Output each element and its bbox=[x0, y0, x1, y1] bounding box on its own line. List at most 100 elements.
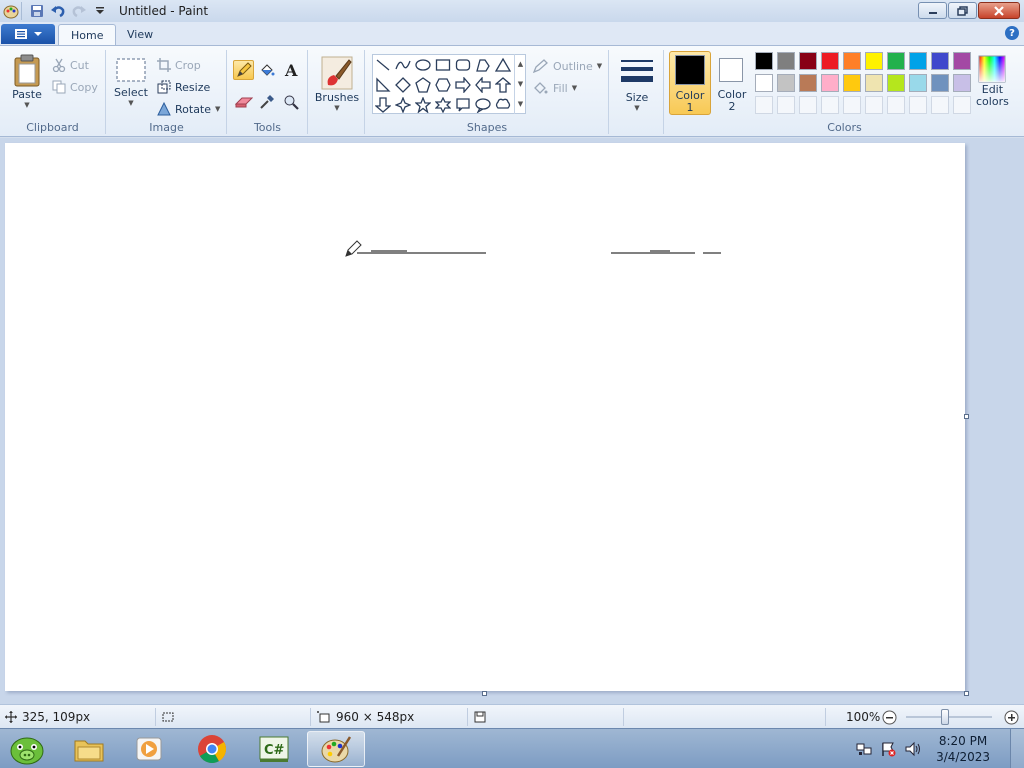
palette-color-swatch[interactable] bbox=[865, 74, 883, 92]
down-arrow-shape[interactable] bbox=[373, 95, 393, 115]
customize-qat-icon[interactable] bbox=[91, 2, 109, 20]
tab-home[interactable]: Home bbox=[58, 24, 117, 45]
zoom-slider[interactable] bbox=[906, 709, 992, 725]
color-picker-tool[interactable] bbox=[256, 92, 277, 112]
palette-color-swatch[interactable] bbox=[865, 52, 883, 70]
palette-color-swatch[interactable] bbox=[909, 74, 927, 92]
start-button[interactable] bbox=[2, 731, 52, 767]
diamond-shape[interactable] bbox=[393, 75, 413, 95]
text-tool[interactable]: A bbox=[280, 60, 301, 80]
palette-color-swatch[interactable] bbox=[777, 52, 795, 70]
resize-handle-corner[interactable] bbox=[964, 691, 969, 696]
scroll-down-icon[interactable]: ▼ bbox=[518, 80, 523, 88]
paint-menu-button[interactable] bbox=[1, 24, 55, 44]
fill-tool[interactable] bbox=[256, 60, 277, 80]
minimize-button[interactable] bbox=[918, 2, 947, 19]
palette-color-swatch[interactable] bbox=[909, 52, 927, 70]
curve-shape[interactable] bbox=[393, 55, 413, 75]
palette-custom-slot[interactable] bbox=[821, 96, 839, 114]
palette-color-swatch[interactable] bbox=[887, 74, 905, 92]
polygon-shape[interactable] bbox=[473, 55, 493, 75]
show-desktop-button[interactable] bbox=[1010, 729, 1024, 768]
taskbar-chrome[interactable] bbox=[183, 731, 241, 767]
rotate-button[interactable]: Rotate ▼ bbox=[157, 99, 220, 119]
four-point-star-shape[interactable] bbox=[393, 95, 413, 115]
taskbar-media-player[interactable] bbox=[120, 731, 178, 767]
palette-color-swatch[interactable] bbox=[843, 52, 861, 70]
palette-custom-slot[interactable] bbox=[909, 96, 927, 114]
palette-color-swatch[interactable] bbox=[755, 52, 773, 70]
drawing-canvas[interactable] bbox=[5, 143, 965, 691]
five-point-star-shape[interactable] bbox=[413, 95, 433, 115]
taskbar-csharp-ide[interactable]: C# bbox=[245, 731, 303, 767]
more-shapes-icon[interactable]: ▼ bbox=[518, 100, 523, 108]
palette-color-swatch[interactable] bbox=[799, 74, 817, 92]
resize-handle-bottom[interactable] bbox=[482, 691, 487, 696]
zoom-slider-thumb[interactable] bbox=[941, 709, 949, 725]
resize-button[interactable]: Resize bbox=[157, 77, 210, 97]
palette-custom-slot[interactable] bbox=[865, 96, 883, 114]
hexagon-shape[interactable] bbox=[433, 75, 453, 95]
palette-color-swatch[interactable] bbox=[953, 52, 971, 70]
right-triangle-shape[interactable] bbox=[373, 75, 393, 95]
palette-custom-slot[interactable] bbox=[887, 96, 905, 114]
palette-custom-slot[interactable] bbox=[777, 96, 795, 114]
up-arrow-shape[interactable] bbox=[493, 75, 513, 95]
triangle-shape[interactable] bbox=[493, 55, 513, 75]
palette-color-swatch[interactable] bbox=[777, 74, 795, 92]
palette-custom-slot[interactable] bbox=[953, 96, 971, 114]
oval-callout-shape[interactable] bbox=[473, 95, 493, 115]
palette-color-swatch[interactable] bbox=[931, 52, 949, 70]
eraser-tool[interactable] bbox=[233, 92, 254, 112]
line-shape[interactable] bbox=[373, 55, 393, 75]
pentagon-shape[interactable] bbox=[413, 75, 433, 95]
palette-color-swatch[interactable] bbox=[755, 74, 773, 92]
zoom-out-button[interactable] bbox=[882, 709, 897, 725]
palette-custom-slot[interactable] bbox=[755, 96, 773, 114]
palette-color-swatch[interactable] bbox=[887, 52, 905, 70]
palette-custom-slot[interactable] bbox=[843, 96, 861, 114]
taskbar-clock[interactable]: 8:20 PM 3/4/2023 bbox=[936, 733, 990, 765]
magnifier-tool[interactable] bbox=[280, 92, 301, 112]
palette-custom-slot[interactable] bbox=[931, 96, 949, 114]
palette-color-swatch[interactable] bbox=[821, 74, 839, 92]
help-icon[interactable]: ? bbox=[1005, 26, 1019, 40]
color2-button[interactable]: Color 2 bbox=[713, 51, 751, 115]
edit-colors-button[interactable]: Edit colors bbox=[976, 54, 1009, 108]
scroll-up-icon[interactable]: ▲ bbox=[518, 60, 523, 68]
close-button[interactable] bbox=[978, 2, 1020, 19]
resize-handle-right[interactable] bbox=[964, 414, 969, 419]
zoom-in-button[interactable] bbox=[1004, 709, 1019, 725]
brushes-button[interactable]: Brushes ▼ bbox=[313, 55, 361, 112]
copy-button[interactable]: Copy bbox=[52, 77, 98, 97]
pencil-tool[interactable] bbox=[233, 60, 254, 80]
cloud-callout-shape[interactable] bbox=[493, 95, 513, 115]
tab-view[interactable]: View bbox=[115, 24, 165, 45]
rectangle-shape[interactable] bbox=[433, 55, 453, 75]
oval-shape[interactable] bbox=[413, 55, 433, 75]
color1-button[interactable]: Color 1 bbox=[669, 51, 711, 115]
palette-color-swatch[interactable] bbox=[843, 74, 861, 92]
undo-icon[interactable] bbox=[49, 2, 67, 20]
action-center-flag-icon[interactable] bbox=[880, 741, 896, 757]
crop-button[interactable]: Crop bbox=[157, 55, 201, 75]
palette-color-swatch[interactable] bbox=[799, 52, 817, 70]
palette-color-swatch[interactable] bbox=[931, 74, 949, 92]
palette-color-swatch[interactable] bbox=[953, 74, 971, 92]
restore-button[interactable] bbox=[948, 2, 977, 19]
outline-button[interactable]: Outline ▼ bbox=[533, 56, 602, 76]
six-point-star-shape[interactable] bbox=[433, 95, 453, 115]
taskbar-file-explorer[interactable] bbox=[60, 731, 118, 767]
rounded-callout-shape[interactable] bbox=[453, 95, 473, 115]
fill-button[interactable]: Fill ▼ bbox=[533, 78, 577, 98]
left-arrow-shape[interactable] bbox=[473, 75, 493, 95]
save-icon[interactable] bbox=[28, 2, 46, 20]
cut-button[interactable]: Cut bbox=[52, 55, 89, 75]
paint-app-icon[interactable] bbox=[3, 3, 19, 19]
paste-button[interactable]: Paste ▼ bbox=[8, 54, 46, 109]
volume-icon[interactable] bbox=[904, 741, 922, 757]
palette-color-swatch[interactable] bbox=[821, 52, 839, 70]
size-button[interactable]: Size ▼ bbox=[618, 55, 656, 112]
select-button[interactable]: Select ▼ bbox=[113, 56, 149, 107]
network-icon[interactable] bbox=[856, 741, 872, 757]
